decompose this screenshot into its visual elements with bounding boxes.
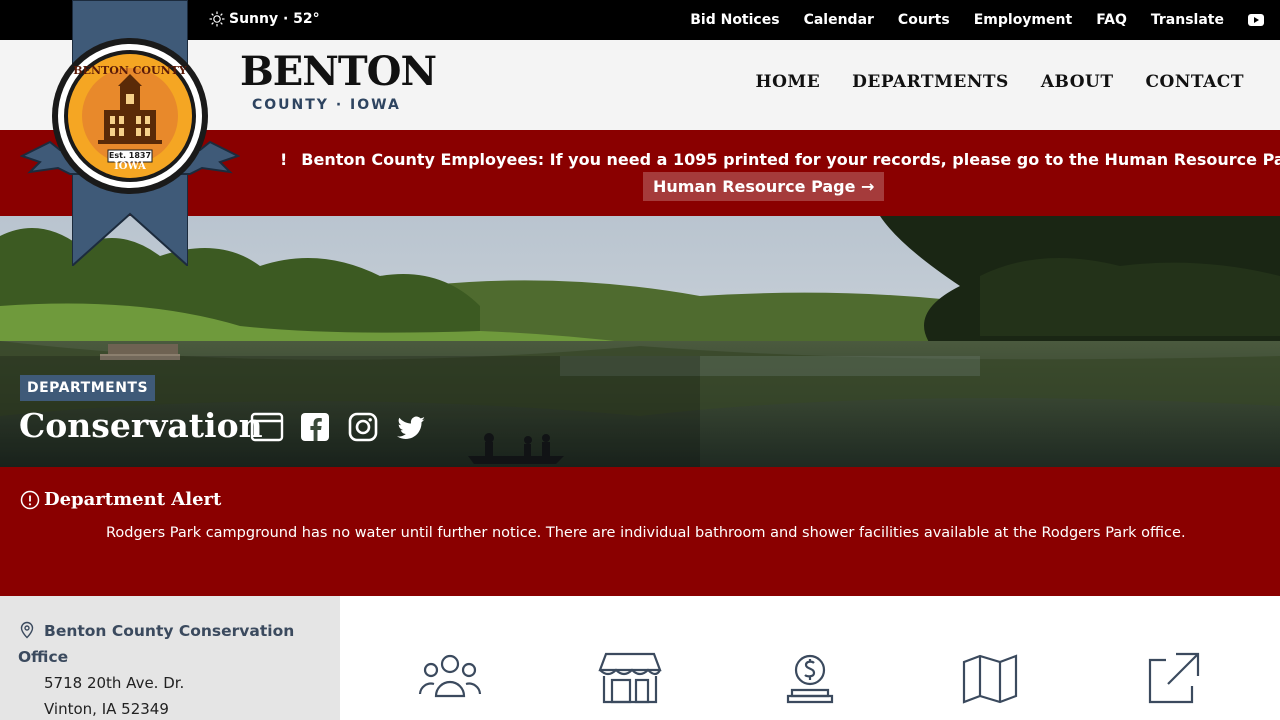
social-links [250, 410, 428, 444]
seal-est-text: Est. 1837 [109, 151, 151, 160]
facebook-icon[interactable] [298, 410, 332, 444]
nav-home[interactable]: HOME [756, 72, 821, 92]
map-icon[interactable] [958, 650, 1022, 706]
banner-text: Benton County Employees: If you need a 1… [301, 150, 1280, 169]
money-icon[interactable] [778, 650, 842, 706]
employment-link[interactable]: Employment [974, 12, 1072, 28]
human-resource-button[interactable]: Human Resource Page → [643, 172, 885, 201]
site-title[interactable]: BENTON [240, 52, 437, 92]
instagram-icon[interactable] [346, 410, 380, 444]
quick-links [340, 596, 1280, 720]
website-icon[interactable] [250, 410, 284, 444]
sun-icon [209, 11, 225, 27]
department-alert-title: Department Alert [44, 489, 222, 510]
banner-message: ! Benton County Employees: If you need a… [280, 150, 1280, 169]
weather-text: Sunny · 52° [229, 11, 320, 27]
bid-notices-link[interactable]: Bid Notices [690, 12, 779, 28]
alert-icon: ! [280, 150, 288, 169]
exclamation-circle-icon [20, 490, 40, 509]
faq-link[interactable]: FAQ [1096, 12, 1127, 28]
page-title: Conservation [19, 406, 263, 445]
courts-link[interactable]: Courts [898, 12, 950, 28]
map-pin-icon [20, 621, 34, 639]
calendar-link[interactable]: Calendar [804, 12, 874, 28]
department-alert-text: Rodgers Park campground has no water unt… [106, 525, 1186, 541]
translate-link[interactable]: Translate [1151, 12, 1224, 28]
main-nav: HOME DEPARTMENTS ABOUT CONTACT [756, 72, 1244, 92]
nav-contact[interactable]: CONTACT [1146, 72, 1244, 92]
breadcrumb-departments[interactable]: DEPARTMENTS [20, 375, 156, 401]
site-subtitle: COUNTY · IOWA [252, 97, 401, 113]
store-icon[interactable] [598, 650, 662, 706]
twitter-icon[interactable] [394, 410, 428, 444]
contact-sidebar: Benton County Conservation Office 5718 2… [0, 596, 340, 720]
nav-departments[interactable]: DEPARTMENTS [852, 72, 1009, 92]
youtube-icon[interactable] [1248, 14, 1264, 26]
utility-bar: Sunny · 52° Bid Notices Calendar Courts … [0, 0, 1280, 40]
nav-about[interactable]: ABOUT [1041, 72, 1114, 92]
people-icon[interactable] [418, 650, 482, 706]
weather-widget: Sunny · 52° [209, 11, 320, 27]
department-alert-heading: Department Alert [20, 489, 221, 510]
address-line-1: 5718 20th Ave. Dr. [44, 674, 185, 692]
office-name: Benton County Conservation Office [18, 618, 318, 670]
address-line-2: Vinton, IA 52349 [44, 700, 169, 718]
county-seal-logo[interactable]: Est. 1837 BENTON COUNTY IOWA [20, 38, 240, 198]
office-name-text: Benton County Conservation Office [18, 622, 295, 666]
external-link-icon[interactable] [1138, 650, 1202, 706]
department-alert: Department Alert Rodgers Park campground… [0, 467, 1280, 596]
seal-bottom-text: IOWA [114, 161, 146, 172]
seal-top-text: BENTON COUNTY [73, 64, 187, 77]
utility-nav: Bid Notices Calendar Courts Employment F… [666, 0, 1264, 40]
